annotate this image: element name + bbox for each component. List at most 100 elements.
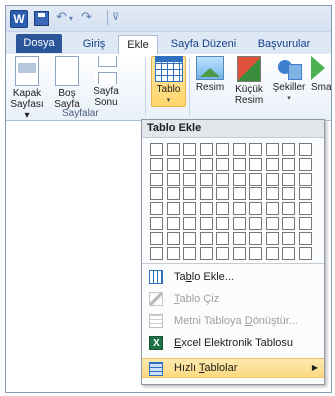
menu-draw-table[interactable]: Tablo Çiz	[142, 289, 324, 309]
tab-insert[interactable]: Ekle	[118, 35, 158, 55]
table-grid-cell[interactable]	[298, 202, 312, 216]
table-grid-cell[interactable]	[282, 217, 295, 230]
table-grid-cell[interactable]	[166, 246, 180, 260]
save-icon[interactable]	[34, 11, 49, 26]
table-grid-cell[interactable]	[232, 217, 246, 230]
table-grid-cell[interactable]	[150, 157, 163, 171]
table-grid-cell[interactable]	[183, 143, 196, 156]
table-grid-cell[interactable]	[183, 157, 196, 171]
table-grid-cell[interactable]	[150, 217, 163, 230]
table-grid-cell[interactable]	[298, 187, 312, 201]
table-grid-cell[interactable]	[216, 143, 229, 156]
table-grid-cell[interactable]	[232, 172, 246, 186]
table-grid-cell[interactable]	[150, 143, 163, 156]
table-grid-cell[interactable]	[282, 231, 295, 245]
undo-dropdown-icon[interactable]: ▾	[69, 14, 73, 23]
table-grid-cell[interactable]	[249, 246, 262, 260]
table-grid-cell[interactable]	[166, 157, 180, 171]
smartart-button[interactable]: Smar	[311, 56, 331, 93]
table-grid-cell[interactable]	[183, 231, 196, 245]
table-grid-cell[interactable]	[249, 231, 262, 245]
cover-page-button[interactable]: Kapak Sayfası ▾	[8, 56, 46, 121]
tab-home[interactable]: Giriş	[74, 35, 114, 53]
table-grid-cell[interactable]	[199, 246, 213, 260]
tab-file[interactable]: Dosya	[16, 34, 62, 53]
table-grid-cell[interactable]	[249, 217, 262, 230]
shapes-button[interactable]: Şekiller ▾	[268, 56, 310, 104]
table-grid-cell[interactable]	[150, 172, 163, 186]
table-grid-cell[interactable]	[216, 202, 229, 216]
table-grid-cell[interactable]	[199, 157, 213, 171]
page-break-button[interactable]: Sayfa Sonu	[86, 56, 126, 108]
table-grid-cell[interactable]	[216, 187, 229, 201]
table-grid-cell[interactable]	[282, 172, 295, 186]
table-grid-cell[interactable]	[166, 217, 180, 230]
table-grid-cell[interactable]	[199, 217, 213, 230]
table-grid-cell[interactable]	[199, 202, 213, 216]
tab-page-layout[interactable]: Sayfa Düzeni	[166, 35, 241, 53]
table-grid-cell[interactable]	[298, 143, 312, 156]
table-grid-cell[interactable]	[249, 202, 262, 216]
table-grid-cell[interactable]	[199, 143, 213, 156]
table-grid-cell[interactable]	[265, 187, 279, 201]
table-grid-cell[interactable]	[282, 187, 295, 201]
table-grid-cell[interactable]	[150, 246, 163, 260]
table-grid-cell[interactable]	[298, 157, 312, 171]
table-grid-cell[interactable]	[265, 231, 279, 245]
table-grid-cell[interactable]	[249, 157, 262, 171]
table-grid-cell[interactable]	[265, 143, 279, 156]
table-grid-cell[interactable]	[216, 246, 229, 260]
menu-excel-spreadsheet[interactable]: Excel Elektronik Tablosu	[142, 333, 324, 353]
table-grid-cell[interactable]	[216, 172, 229, 186]
table-grid-cell[interactable]	[249, 172, 262, 186]
table-grid-cell[interactable]	[150, 187, 163, 201]
menu-insert-table[interactable]: Tablo Ekle...	[142, 267, 324, 287]
table-grid-cell[interactable]	[265, 172, 279, 186]
table-grid-cell[interactable]	[298, 172, 312, 186]
table-grid-cell[interactable]	[249, 187, 262, 201]
blank-page-button[interactable]: Boş Sayfa	[50, 56, 84, 110]
table-grid-cell[interactable]	[298, 246, 312, 260]
menu-quick-tables[interactable]: Hızlı Tablolar ▶	[142, 358, 324, 378]
table-grid-cell[interactable]	[298, 217, 312, 230]
table-grid-cell[interactable]	[265, 157, 279, 171]
table-grid-cell[interactable]	[232, 157, 246, 171]
clip-art-button[interactable]: Küçük Resim	[230, 56, 268, 106]
table-grid-cell[interactable]	[166, 231, 180, 245]
undo-icon[interactable]: ↶	[56, 9, 67, 25]
table-grid-cell[interactable]	[183, 246, 196, 260]
redo-icon[interactable]: ↷	[81, 9, 92, 25]
word-app-icon[interactable]: W	[10, 10, 28, 28]
table-grid-cell[interactable]	[249, 143, 262, 156]
menu-convert-text-to-table[interactable]: Metni Tabloya Dönüştür...	[142, 311, 324, 331]
table-grid-cell[interactable]	[183, 217, 196, 230]
table-grid-cell[interactable]	[199, 172, 213, 186]
table-grid-cell[interactable]	[183, 187, 196, 201]
table-grid-cell[interactable]	[183, 202, 196, 216]
picture-button[interactable]: Resim	[192, 56, 228, 93]
table-grid-cell[interactable]	[216, 157, 229, 171]
table-grid-cell[interactable]	[216, 217, 229, 230]
table-grid-cell[interactable]	[232, 187, 246, 201]
table-grid-cell[interactable]	[166, 143, 180, 156]
table-grid-cell[interactable]	[166, 172, 180, 186]
table-grid-cell[interactable]	[199, 187, 213, 201]
table-grid-cell[interactable]	[265, 217, 279, 230]
table-grid-cell[interactable]	[150, 231, 163, 245]
table-grid-cell[interactable]	[232, 143, 246, 156]
table-grid-cell[interactable]	[265, 202, 279, 216]
table-grid-cell[interactable]	[183, 172, 196, 186]
table-grid-cell[interactable]	[265, 246, 279, 260]
table-grid-cell[interactable]	[199, 231, 213, 245]
table-grid-cell[interactable]	[282, 157, 295, 171]
table-grid-cell[interactable]	[282, 202, 295, 216]
table-grid-cell[interactable]	[282, 143, 295, 156]
table-grid-cell[interactable]	[150, 202, 163, 216]
table-grid-cell[interactable]	[216, 231, 229, 245]
tab-references[interactable]: Başvurular	[252, 35, 316, 53]
table-grid-cell[interactable]	[166, 202, 180, 216]
table-grid-cell[interactable]	[166, 187, 180, 201]
table-grid-cell[interactable]	[232, 231, 246, 245]
table-grid-cell[interactable]	[232, 246, 246, 260]
table-grid-cell[interactable]	[282, 246, 295, 260]
